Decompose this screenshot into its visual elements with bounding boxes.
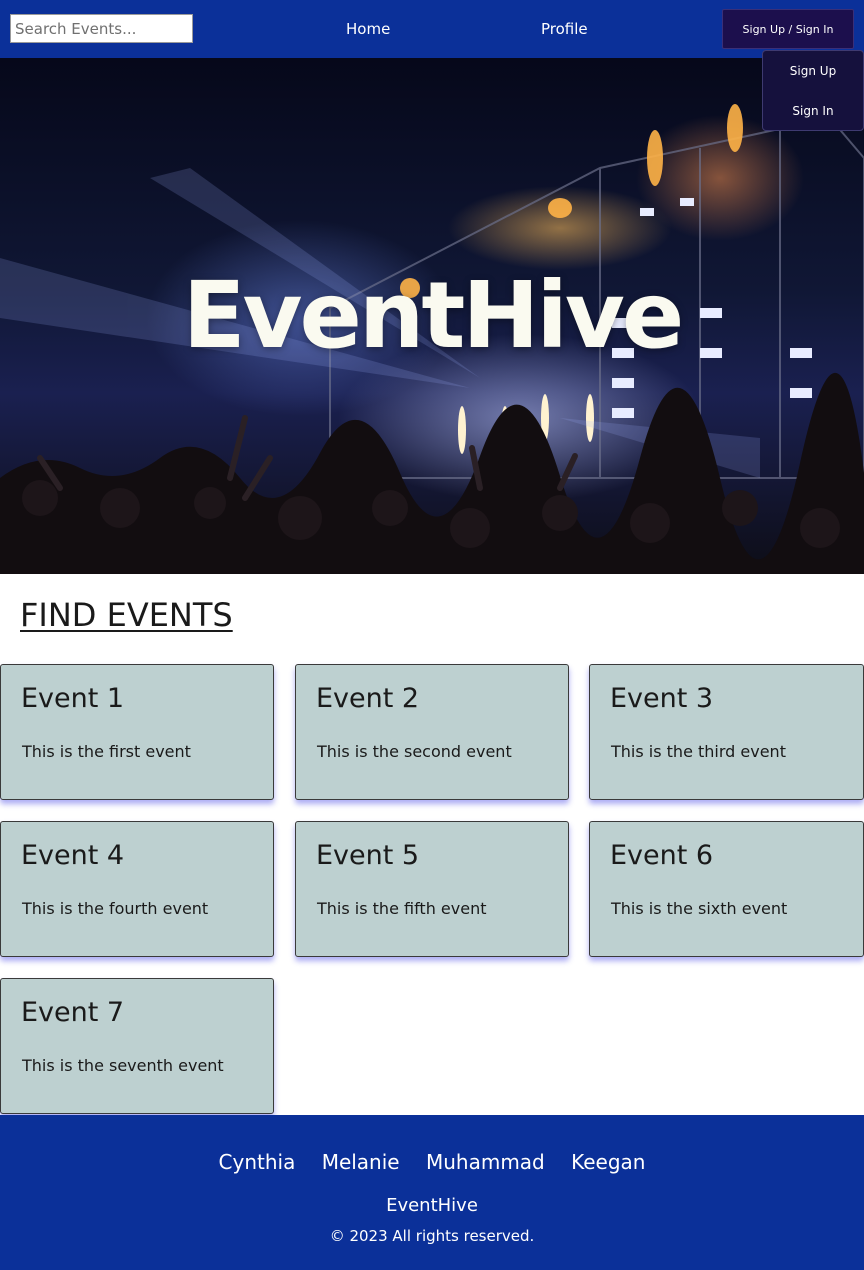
event-card[interactable]: Event 2 This is the second event	[295, 664, 569, 800]
footer-brand: EventHive	[386, 1195, 478, 1216]
nav-profile-link[interactable]: Profile	[541, 18, 588, 40]
event-description: This is the fifth event	[317, 899, 487, 918]
event-title: Event 4	[21, 840, 125, 871]
event-description: This is the seventh event	[22, 1056, 224, 1075]
footer-team-names: Cynthia Melanie Muhammad Keegan	[0, 1150, 864, 1174]
event-description: This is the first event	[22, 742, 191, 761]
event-description: This is the sixth event	[611, 899, 788, 918]
event-description: This is the third event	[611, 742, 786, 761]
nav-home-link[interactable]: Home	[346, 18, 390, 40]
sign-up-sign-in-button[interactable]: Sign Up / Sign In	[722, 9, 854, 49]
dropdown-sign-in[interactable]: Sign In	[763, 101, 863, 121]
event-card[interactable]: Event 4 This is the fourth event	[0, 821, 274, 957]
event-card[interactable]: Event 5 This is the fifth event	[295, 821, 569, 957]
footer-name-melanie: Melanie	[321, 1150, 400, 1174]
event-description: This is the fourth event	[22, 899, 209, 918]
footer-copyright: © 2023 All rights reserved.	[329, 1227, 535, 1245]
event-description: This is the second event	[317, 742, 512, 761]
dropdown-sign-up[interactable]: Sign Up	[763, 61, 863, 81]
event-title: Event 1	[21, 683, 125, 714]
event-card[interactable]: Event 6 This is the sixth event	[589, 821, 864, 957]
footer: Cynthia Melanie Muhammad Keegan EventHiv…	[0, 1115, 864, 1270]
event-title: Event 6	[610, 840, 714, 871]
navbar: Home Profile Sign Up / Sign In	[0, 0, 864, 58]
event-title: Event 3	[610, 683, 714, 714]
event-title: Event 7	[21, 997, 125, 1028]
event-title: Event 5	[316, 840, 420, 871]
footer-name-keegan: Keegan	[571, 1150, 646, 1174]
event-card[interactable]: Event 7 This is the seventh event	[0, 978, 274, 1114]
event-title: Event 2	[316, 683, 420, 714]
event-card[interactable]: Event 1 This is the first event	[0, 664, 274, 800]
hero-banner: EventHive	[0, 58, 864, 574]
hero-title: EventHive	[182, 262, 685, 369]
search-input[interactable]	[10, 14, 193, 43]
event-card[interactable]: Event 3 This is the third event	[589, 664, 864, 800]
find-events-heading: FIND EVENTS	[20, 596, 233, 634]
auth-dropdown-menu: Sign Up Sign In	[762, 50, 864, 131]
footer-name-muhammad: Muhammad	[425, 1150, 545, 1174]
footer-name-cynthia: Cynthia	[218, 1150, 296, 1174]
